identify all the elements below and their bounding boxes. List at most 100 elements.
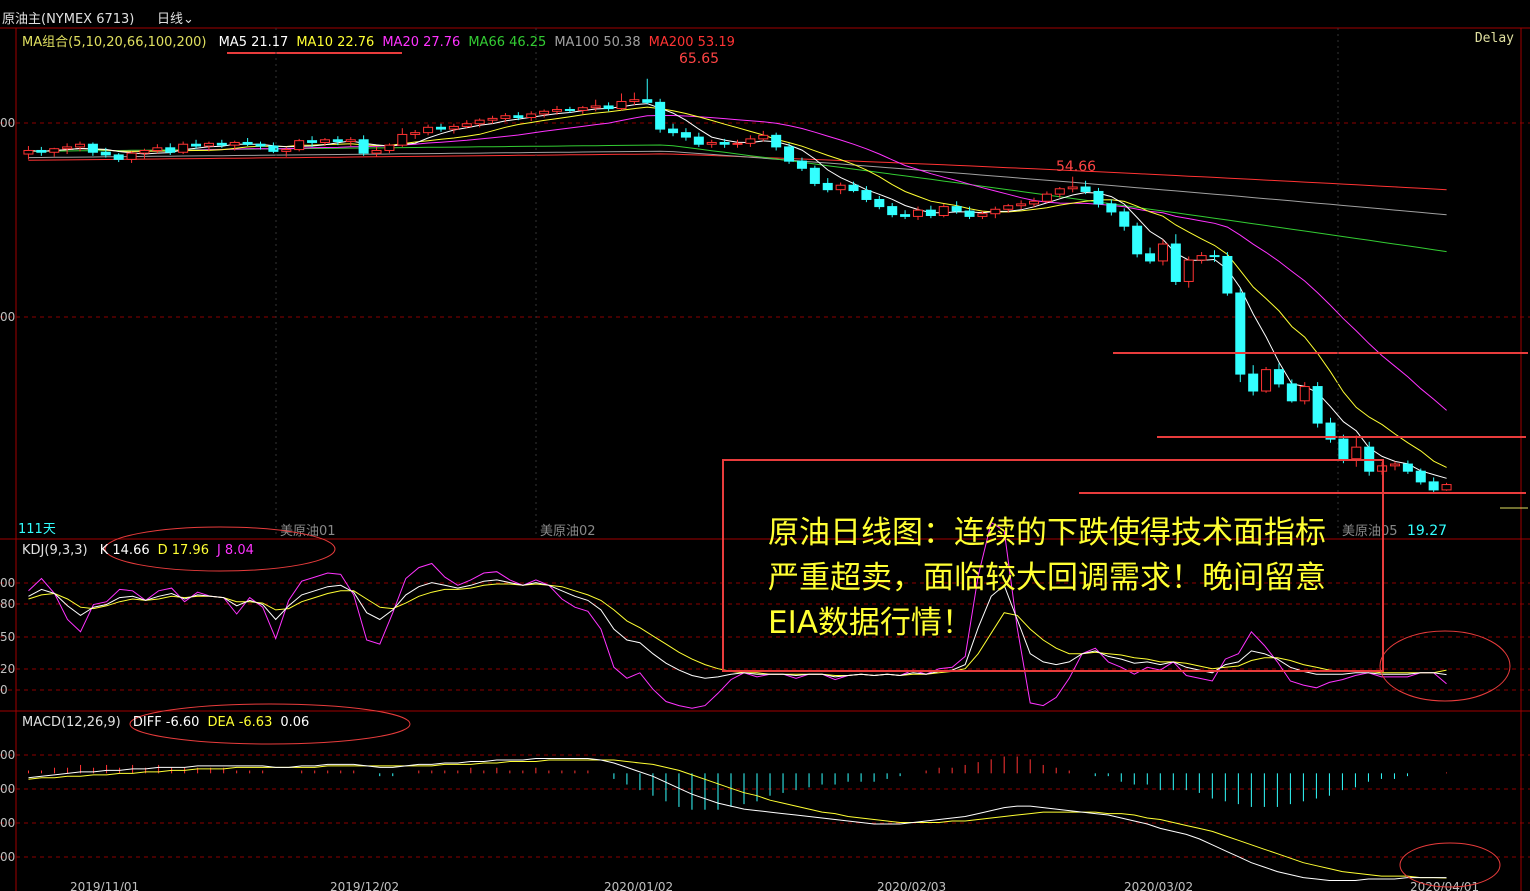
contract-label: 美原油02: [540, 524, 596, 539]
candle-body: [1067, 186, 1078, 190]
kdj-axis-tick: 50: [0, 630, 15, 644]
candle-body: [448, 125, 459, 130]
candle-body: [925, 209, 936, 217]
candle-body: [62, 146, 73, 150]
candle-body: [835, 184, 846, 191]
candle-body: [1170, 243, 1181, 282]
candle-body: [732, 142, 743, 145]
ma100-line: [28, 150, 1447, 216]
candle-body: [75, 143, 86, 148]
candle-body: [577, 107, 588, 111]
candle-body: [1093, 190, 1104, 205]
candle-body: [332, 139, 343, 143]
candle-body: [139, 149, 150, 154]
candle-body: [178, 143, 189, 153]
candle-body: [564, 108, 575, 111]
candle-body: [1415, 470, 1426, 483]
candle-body: [345, 139, 356, 143]
candle-body: [977, 213, 988, 217]
candle-body: [1222, 255, 1233, 294]
candle-body: [384, 144, 395, 151]
candle-body: [1441, 484, 1452, 491]
candle-body: [410, 132, 421, 135]
candle-body: [1106, 203, 1117, 213]
candle-body: [1312, 386, 1323, 424]
candle-body: [629, 99, 640, 102]
candle-body: [49, 148, 60, 153]
delay-label: Delay: [1474, 31, 1514, 46]
candle-body: [655, 101, 666, 130]
candle-body: [1041, 193, 1052, 202]
macd-axis-tick: 00: [0, 816, 15, 830]
chart-canvas: 000065.6554.6619.27111天 美原油01 美原油02 美原油0500…: [0, 27, 1530, 891]
annotation-line: 严重超卖，面临较大回调需求！晚间留意: [768, 560, 1326, 596]
candle-body: [1003, 205, 1014, 210]
macd-legend-item: DEA -6.63: [207, 715, 273, 730]
candle-body: [474, 119, 485, 125]
candle-body: [358, 139, 369, 154]
candle-body: [203, 142, 214, 147]
date-axis-label: 2020/02/03: [877, 880, 946, 891]
kdj-axis-tick: 80: [0, 597, 15, 611]
candle-body: [1428, 481, 1439, 491]
candle-body: [113, 154, 124, 160]
candle-body: [100, 151, 111, 156]
ma10-line: [28, 106, 1447, 468]
candle-body: [307, 140, 318, 143]
candle-body: [423, 126, 434, 134]
candle-body: [435, 126, 446, 130]
macd-axis-tick: 00: [0, 782, 15, 796]
candle-body: [1286, 383, 1297, 402]
candle-body: [1273, 369, 1284, 385]
candle-body: [1029, 200, 1040, 205]
macd-legend-item: 0.06: [280, 715, 310, 730]
candle-body: [758, 134, 769, 140]
candle-body: [281, 149, 292, 152]
macd-diff-line: [28, 758, 1447, 881]
ma200-line: [28, 153, 1447, 191]
macd-axis-tick: 00: [0, 748, 15, 762]
candle-body: [874, 198, 885, 208]
annotation-line: 原油日线图：连续的下跌使得技术面指标: [768, 515, 1326, 551]
candle-body: [1299, 386, 1310, 402]
macd-dea-line: [28, 759, 1447, 879]
candle-body: [990, 208, 1001, 215]
candle-body: [229, 141, 240, 146]
macd-group-label[interactable]: MACD(12,26,9): [22, 715, 121, 730]
candle-body: [1402, 463, 1413, 472]
annotation-box: 原油日线图：连续的下跌使得技术面指标 严重超卖，面临较大回调需求！晚间留意 EI…: [722, 459, 1384, 672]
candle-body: [371, 149, 382, 154]
candle-body: [268, 145, 279, 152]
ma-legend-item: MA66 46.25: [468, 35, 547, 50]
highlight-ellipse: [1379, 630, 1511, 702]
candle-body: [216, 142, 227, 146]
period-selector[interactable]: 日线⌄: [157, 8, 194, 27]
candle-body: [590, 105, 601, 109]
candle-body: [784, 146, 795, 162]
kdj-group-label[interactable]: KDJ(9,3,3): [22, 543, 88, 558]
macd-legend: MACD(12,26,9) DIFF -6.60 DEA -6.63 0.06: [22, 715, 325, 730]
ma-group-label[interactable]: MA组合(5,10,20,66,100,200): [22, 35, 206, 50]
ma-legend-item: MA200 53.19: [648, 35, 735, 50]
candle-body: [1351, 446, 1362, 460]
candle-body: [616, 100, 627, 110]
candle-body: [152, 147, 163, 151]
ma66-line: [28, 144, 1447, 253]
macd-legend-item: DIFF -6.60: [132, 715, 200, 730]
candle-body: [1119, 211, 1130, 227]
candle-body: [964, 210, 975, 217]
candle-body: [1016, 203, 1027, 207]
candle-body: [603, 105, 614, 110]
kdj-axis-tick: 20: [0, 662, 15, 676]
candle-body: [668, 128, 679, 134]
candle-body: [500, 115, 511, 119]
instrument-title: 原油主(NYMEX 6713): [2, 12, 135, 27]
annotation-text: 原油日线图：连续的下跌使得技术面指标 严重超卖，面临较大回调需求！晚间留意 EI…: [768, 511, 1378, 646]
kdj-axis-tick: 00: [0, 576, 15, 590]
candle-body: [165, 147, 176, 153]
candle-body: [294, 140, 305, 151]
candle-body: [796, 160, 807, 169]
candle-body: [642, 99, 653, 103]
period-label: 日线: [157, 12, 184, 27]
macd-axis-tick: 00: [0, 850, 15, 864]
